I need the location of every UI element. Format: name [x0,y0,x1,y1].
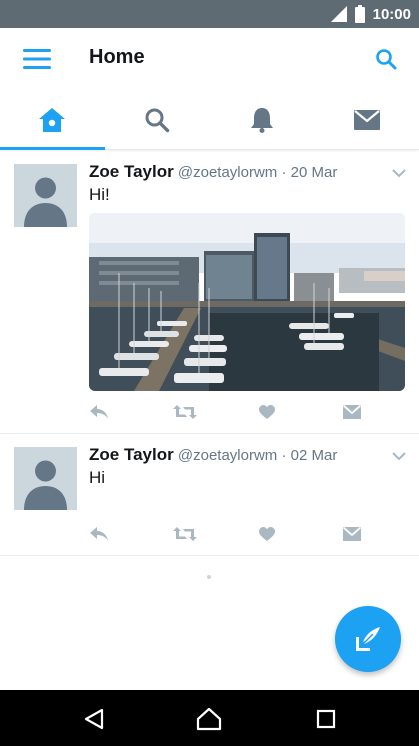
like-button[interactable] [255,522,279,546]
home-nav-button[interactable] [194,704,224,734]
direct-message-button[interactable] [340,522,364,546]
tweet-actions [89,400,379,424]
search-icon [376,49,397,70]
tweet-date: 02 Mar [290,447,338,464]
tweet-actions [89,522,379,546]
like-icon [259,404,275,419]
compose-tweet-button[interactable] [335,606,401,672]
tweet-text: Hi! [89,185,110,204]
chevron-down-icon[interactable] [391,167,407,179]
battery-icon [354,5,365,23]
status-icons: 10:00 [330,0,411,28]
recents-button[interactable] [311,704,341,734]
back-icon [84,708,104,730]
app-bar: Home [0,28,419,90]
signal-icon [330,6,347,22]
reply-icon [90,527,108,541]
tweet-header: Zoe Taylor @zoetaylorwm · 02 Mar [89,445,389,467]
direct-message-button[interactable] [340,400,364,424]
system-nav-bar [0,690,419,746]
search-icon [145,108,170,132]
like-icon [259,526,275,541]
tab-home[interactable] [0,90,105,150]
home-icon [39,107,66,132]
retweet-icon [173,405,197,419]
loading-indicator [207,575,211,579]
status-time: 10:00 [372,5,411,23]
tweet-author-name[interactable]: Zoe Taylor [89,445,174,464]
retweet-icon [173,527,197,541]
chevron-down-icon[interactable] [391,450,407,462]
avatar[interactable] [14,447,77,510]
tweet-header: Zoe Taylor @zoetaylorwm · 20 Mar [89,162,389,184]
default-profile-icon [24,177,67,227]
avatar[interactable] [14,164,77,227]
timeline: Zoe Taylor @zoetaylorwm · 20 Mar Hi! Zoe… [0,151,419,556]
search-button[interactable] [371,44,401,74]
tweet-date: 20 Mar [290,164,338,181]
direct-message-icon [343,526,361,541]
reply-button[interactable] [87,400,111,424]
screen: 10:00 Home Zoe Taylor @zoetaylorwm · 20 … [0,0,419,746]
tweet-author-handle: @zoetaylorwm [177,447,278,464]
like-button[interactable] [255,400,279,424]
tab-bar [0,90,419,150]
page-title: Home [89,46,145,68]
menu-button[interactable] [20,44,54,74]
tweet-author-handle: @zoetaylorwm [177,164,278,181]
status-bar: 10:00 [0,0,419,28]
tweet-image-harbor[interactable] [89,213,405,391]
tweet-text: Hi [89,468,106,487]
tweet-separator: · [281,447,287,464]
retweet-button[interactable] [173,400,197,424]
tweet[interactable]: Zoe Taylor @zoetaylorwm · 02 Mar Hi [0,434,419,556]
default-profile-icon [24,460,67,510]
reply-button[interactable] [87,522,111,546]
bell-icon [250,107,273,133]
recents-icon [316,709,336,729]
tab-messages[interactable] [314,90,419,149]
back-button[interactable] [79,704,109,734]
tab-search[interactable] [105,90,210,149]
tweet-author-name[interactable]: Zoe Taylor [89,162,174,181]
tab-notifications[interactable] [210,90,315,149]
home-nav-icon [196,707,222,731]
reply-icon [90,405,108,419]
compose-icon [356,627,380,651]
tweet[interactable]: Zoe Taylor @zoetaylorwm · 20 Mar Hi! [0,151,419,434]
direct-message-icon [343,404,361,419]
mail-icon [353,109,380,130]
retweet-button[interactable] [173,522,197,546]
tweet-separator: · [281,164,287,181]
menu-icon [23,49,51,69]
